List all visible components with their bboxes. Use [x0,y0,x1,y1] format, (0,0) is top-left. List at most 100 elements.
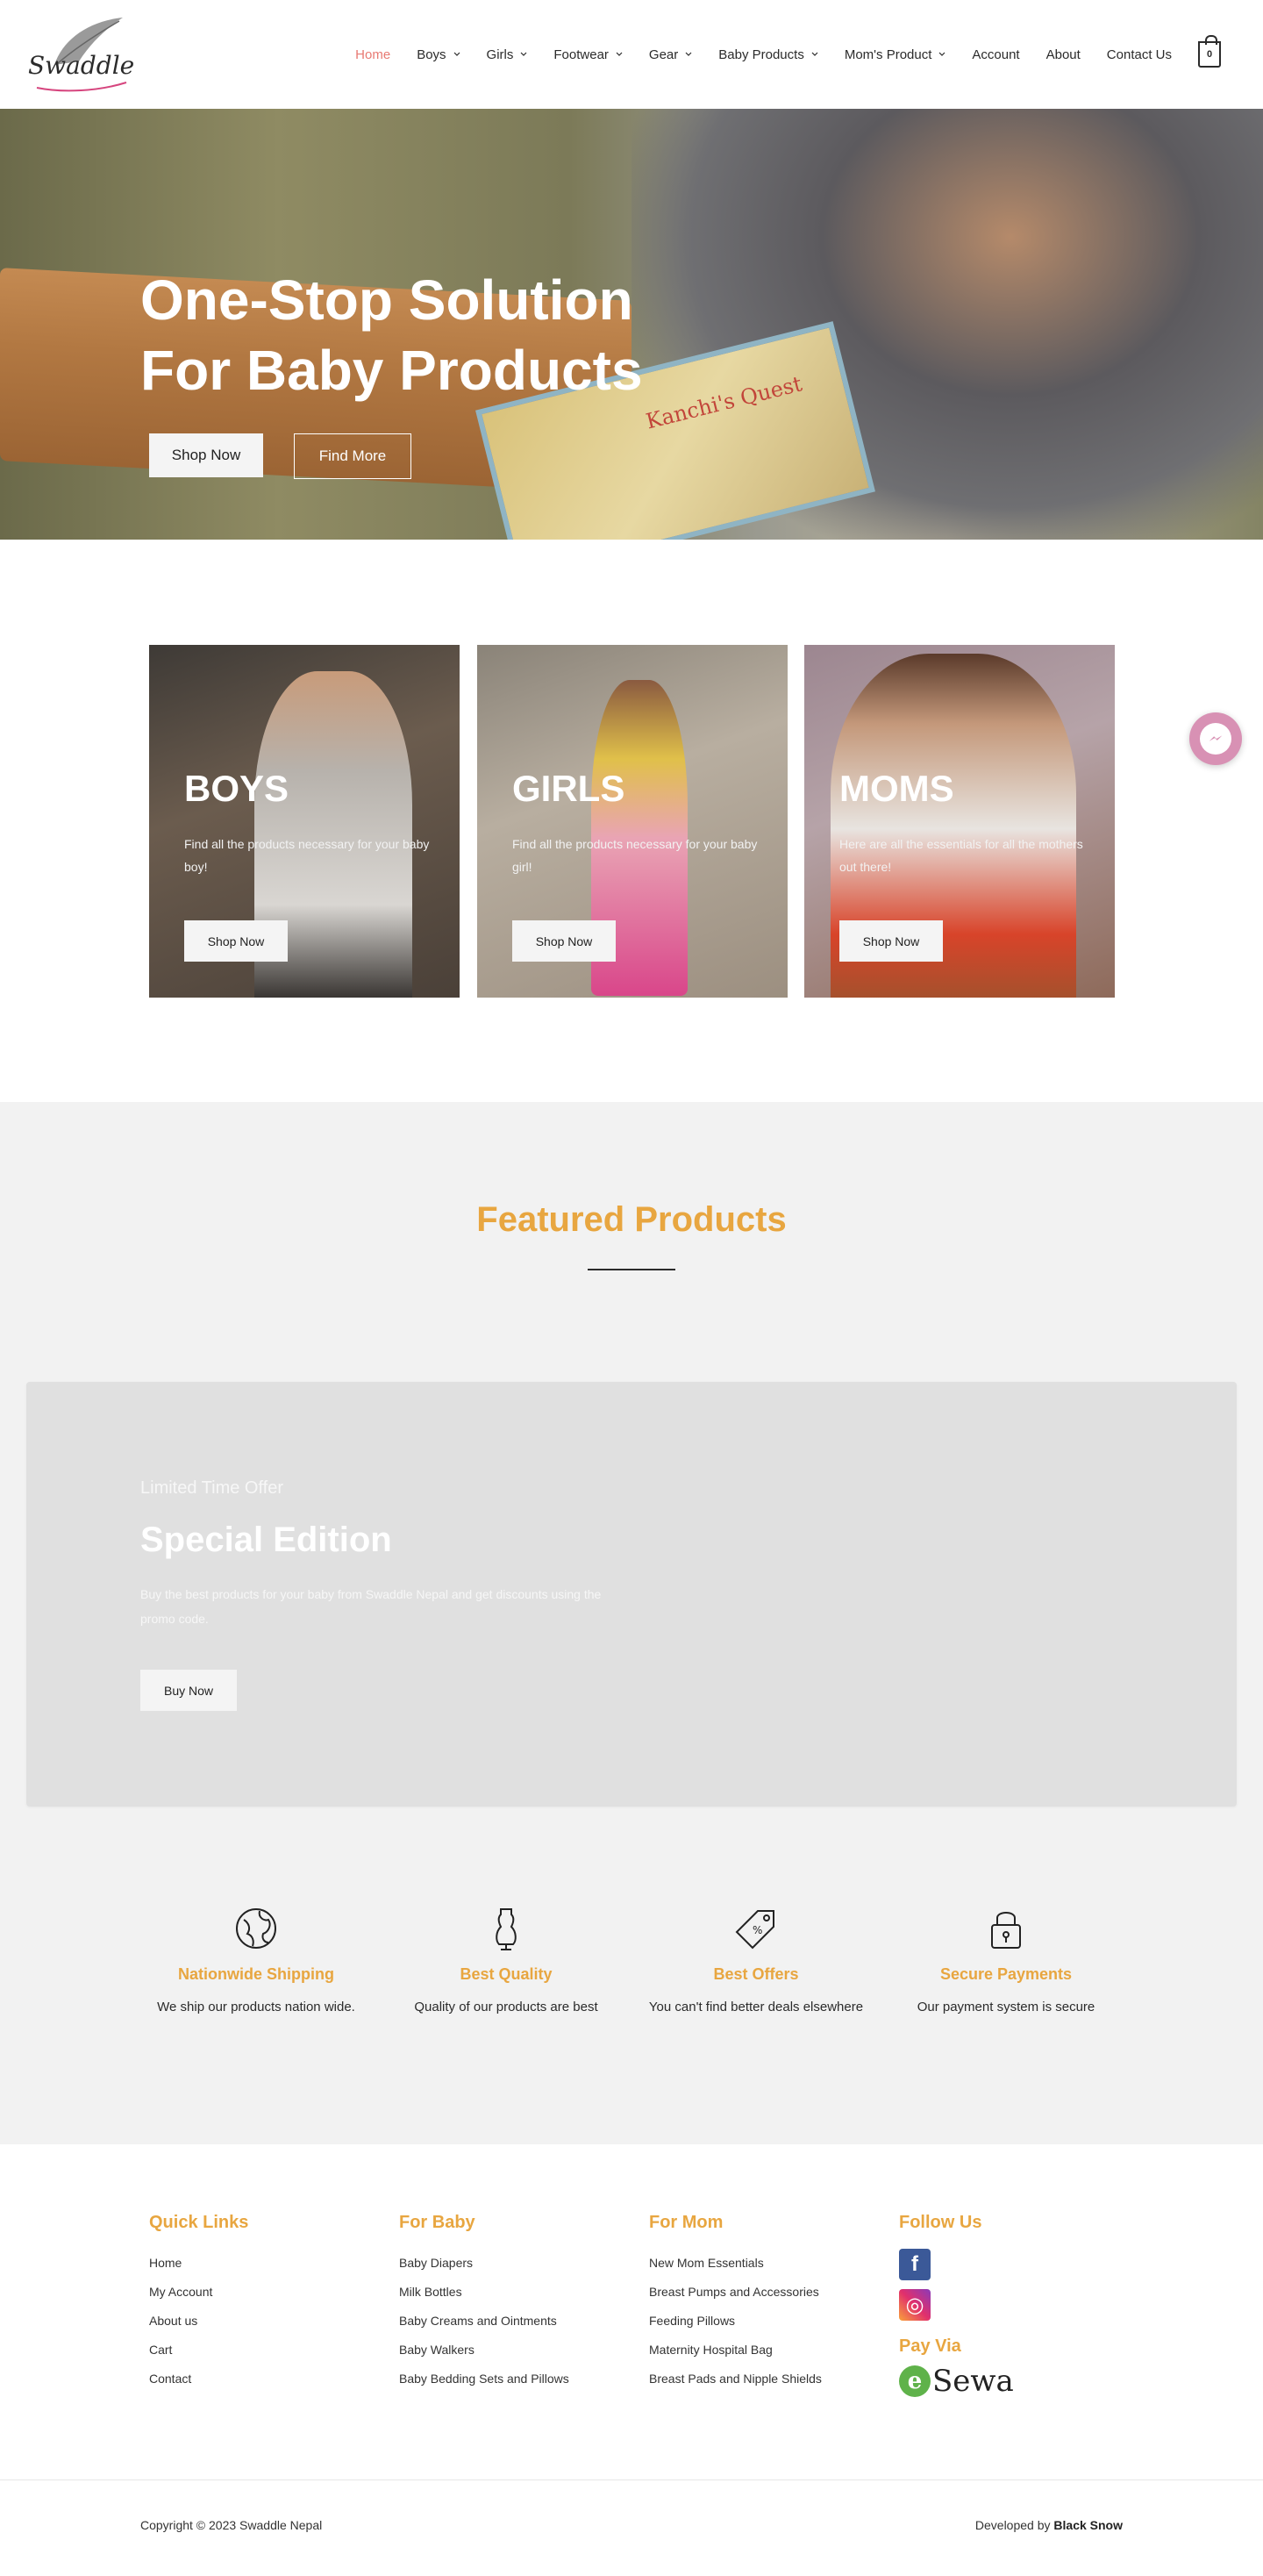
chevron-down-icon [685,52,692,56]
feature-desc: You can't find better deals elsewhere [648,2000,864,2014]
footer-link-baby-diapers[interactable]: Baby Diapers [399,2249,569,2278]
category-shop-now-button[interactable]: Shop Now [839,920,943,962]
category-card-boys[interactable]: BOYS Find all the products necessary for… [149,645,460,998]
feature-desc: Our payment system is secure [917,2000,1095,2014]
footer-follow: Follow Us f ◎ Pay Via e Sewa [899,2213,1014,2399]
nav-item-moms-product[interactable]: Mom's Product [845,47,946,62]
hero-find-more-button[interactable]: Find More [294,433,411,479]
facebook-icon[interactable]: f [899,2249,931,2280]
special-offer-banner: Limited Time Offer Special Edition Buy t… [26,1382,1237,1807]
featured-divider [588,1269,675,1270]
feature-title: Best Quality [460,1965,553,1983]
footer-link-contact[interactable]: Contact [149,2365,248,2394]
main-nav: Home Boys Girls Footwear Gear Baby Produ… [329,35,1221,70]
esewa-text: Sewa [932,2364,1014,2399]
chevron-down-icon [520,52,527,56]
messenger-chat-button[interactable] [1189,712,1242,765]
instagram-icon[interactable]: ◎ [899,2289,931,2321]
nav-label: Mom's Product [844,47,932,62]
nav-item-baby-products[interactable]: Baby Products [718,47,818,62]
developed-prefix: Developed by [974,2518,1051,2532]
feature-title: Secure Payments [939,1965,1073,1983]
footer-link-baby-bedding[interactable]: Baby Bedding Sets and Pillows [399,2365,569,2394]
hero-shop-now-button[interactable]: Shop Now [149,433,263,477]
dress-form-icon [496,1908,517,1950]
nav-label: Contact Us [1106,47,1172,62]
footer-for-baby: For Baby Baby Diapers Milk Bottles Baby … [399,2213,569,2394]
chevron-down-icon [616,52,623,56]
hero-title-line2: For Baby Products [140,339,643,402]
globe-icon [236,1908,276,1949]
hero-title-line1: One-Stop Solution [140,268,633,332]
footer-link-about[interactable]: About us [149,2307,248,2336]
category-desc: Here are all the essentials for all the … [839,837,1083,874]
developer-link[interactable]: Black Snow [1053,2518,1123,2532]
price-tag-icon: % [735,1910,774,1950]
nav-item-footwear[interactable]: Footwear [553,47,623,62]
footer-divider [0,2479,1263,2480]
category-title: BOYS [184,768,289,809]
category-shop-now-button[interactable]: Shop Now [184,920,288,962]
esewa-logo[interactable]: e Sewa [899,2364,1014,2399]
site-footer: Quick Links Home My Account About us Car… [0,2144,1263,2576]
cart-icon[interactable]: 0 [1198,35,1221,68]
footer-link-home[interactable]: Home [149,2249,248,2278]
footer-quick-links: Quick Links Home My Account About us Car… [149,2213,248,2394]
logo-text[interactable]: Swaddle [28,51,134,80]
messenger-bolt-icon [1209,735,1223,741]
nav-label: Gear [648,47,679,62]
category-card-girls[interactable]: GIRLS Find all the products necessary fo… [477,645,788,998]
nav-label: Account [972,47,1020,62]
footer-link-my-account[interactable]: My Account [149,2278,248,2307]
category-shop-now-button[interactable]: Shop Now [512,920,616,962]
feature-title: Nationwide Shipping [178,1965,334,1983]
copyright-text: Copyright © 2023 Swaddle Nepal [140,2518,323,2532]
nav-item-gear[interactable]: Gear [649,47,692,62]
feature-offers: % Best Offers You can't find better deal… [633,1906,879,2014]
footer-link-maternity-bag[interactable]: Maternity Hospital Bag [649,2336,822,2365]
featured-title: Featured Products [476,1200,787,1239]
offer-title: Special Edition [140,1521,392,1559]
nav-label: Footwear [553,47,609,62]
buy-now-button[interactable]: Buy Now [140,1670,237,1711]
category-card-moms[interactable]: MOMS Here are all the essentials for all… [804,645,1115,998]
nav-item-account[interactable]: Account [972,47,1019,62]
footer-link-baby-walkers[interactable]: Baby Walkers [399,2336,569,2365]
nav-item-boys[interactable]: Boys [417,47,460,62]
developed-by: Developed by Black Snow [975,2518,1123,2532]
nav-item-contact[interactable]: Contact Us [1107,47,1172,62]
nav-label: Home [355,47,391,62]
footer-link-new-mom-essentials[interactable]: New Mom Essentials [649,2249,822,2278]
feature-quality: Best Quality Quality of our products are… [383,1906,629,2014]
feature-desc: Quality of our products are best [414,2000,598,2014]
nav-label: Boys [417,47,446,62]
footer-heading: For Baby [399,2213,475,2232]
feature-title: Best Offers [713,1965,799,1983]
footer-link-milk-bottles[interactable]: Milk Bottles [399,2278,569,2307]
lock-icon [991,1912,1021,1949]
feature-secure: Secure Payments Our payment system is se… [883,1906,1129,2014]
category-desc: Find all the products necessary for your… [184,837,430,874]
category-title: GIRLS [512,768,625,809]
footer-link-breast-pads[interactable]: Breast Pads and Nipple Shields [649,2365,822,2394]
footer-link-baby-creams[interactable]: Baby Creams and Ointments [399,2307,569,2336]
messenger-icon [1200,723,1231,755]
feature-shipping: Nationwide Shipping We ship our products… [133,1906,379,2014]
chevron-down-icon [453,52,460,56]
offer-subtitle: Limited Time Offer [140,1478,284,1498]
category-title: MOMS [839,768,954,809]
category-desc: Find all the products necessary for your… [512,837,758,874]
cart-count: 0 [1206,49,1213,60]
footer-heading: Quick Links [149,2213,249,2232]
nav-item-girls[interactable]: Girls [487,47,528,62]
offer-desc: Buy the best products for your baby from… [140,1587,602,1626]
footer-link-feeding-pillows[interactable]: Feeding Pillows [649,2307,822,2336]
footer-link-cart[interactable]: Cart [149,2336,248,2365]
nav-item-home[interactable]: Home [355,47,390,62]
nav-item-about[interactable]: About [1046,47,1081,62]
site-header: Swaddle Home Boys Girls Footwear Gear Ba… [0,0,1263,109]
esewa-e-icon: e [899,2365,931,2397]
footer-link-breast-pumps[interactable]: Breast Pumps and Accessories [649,2278,822,2307]
hero-banner: Kanchi's Quest One-Stop Solution For Bab… [0,109,1263,540]
feature-desc: We ship our products nation wide. [157,2000,355,2014]
